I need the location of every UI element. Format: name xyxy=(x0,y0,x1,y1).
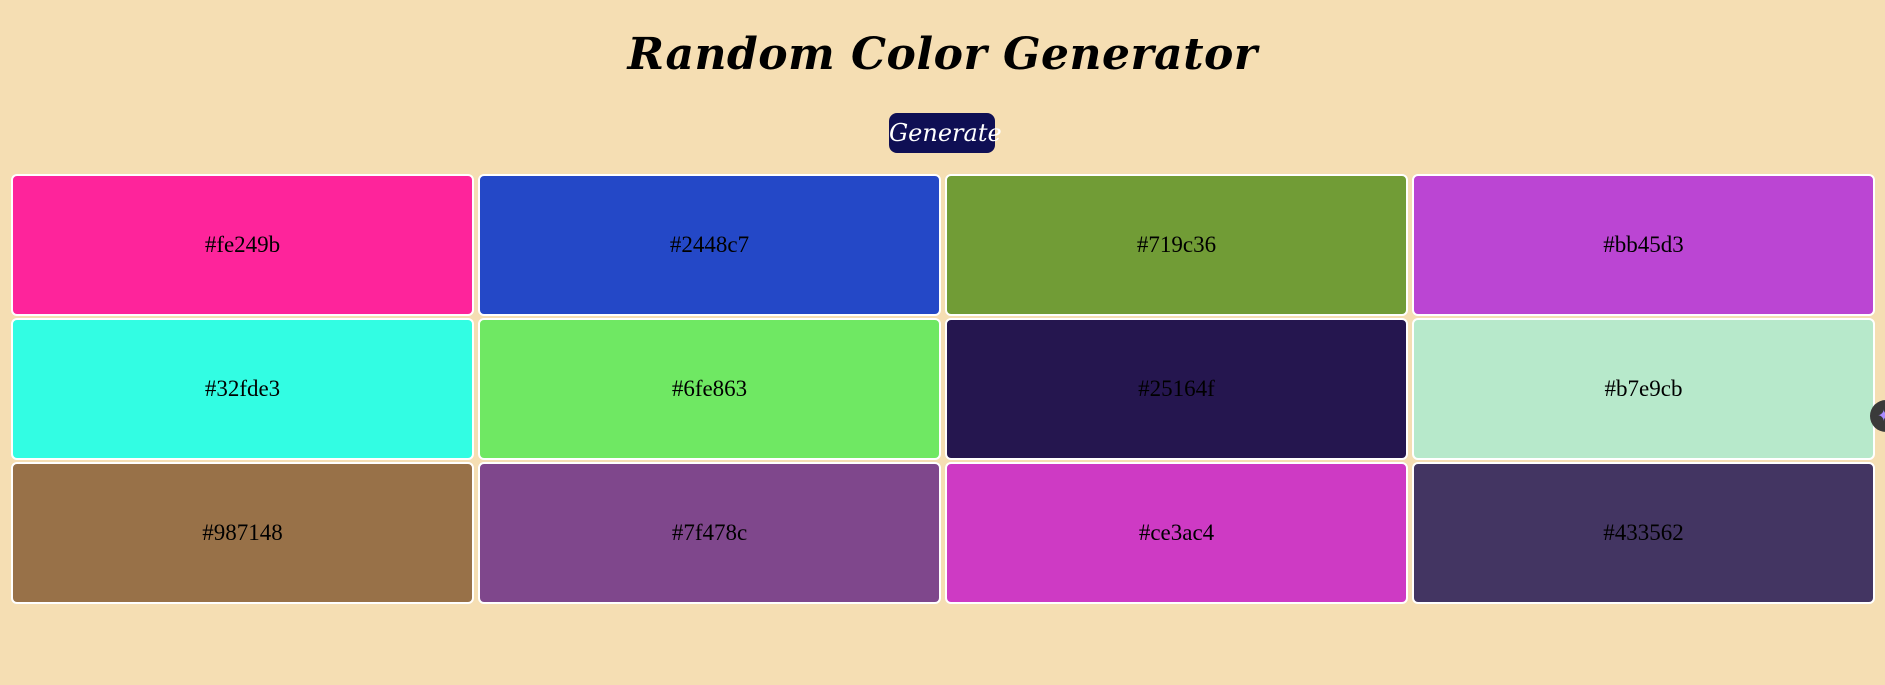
color-code: #25164f xyxy=(1138,376,1215,401)
page-title: Random Color Generator xyxy=(627,29,1258,80)
color-card[interactable]: #719c36 xyxy=(945,174,1408,316)
color-card[interactable]: #32fde3 xyxy=(11,318,474,460)
color-card[interactable]: #987148 xyxy=(11,462,474,604)
color-card[interactable]: #433562 xyxy=(1412,462,1875,604)
color-card[interactable]: #fe249b xyxy=(11,174,474,316)
color-grid: #fe249b #2448c7 #719c36 #bb45d3 #32fde3 … xyxy=(11,174,1875,604)
color-code: #ce3ac4 xyxy=(1138,520,1215,545)
sparkle-icon: ✦ xyxy=(1877,406,1885,425)
color-code: #2448c7 xyxy=(669,232,750,257)
color-code: #b7e9cb xyxy=(1604,376,1683,401)
color-code: #433562 xyxy=(1603,520,1684,545)
color-card[interactable]: #7f478c xyxy=(478,462,941,604)
color-card[interactable]: #b7e9cb xyxy=(1412,318,1875,460)
color-card[interactable]: #ce3ac4 xyxy=(945,462,1408,604)
color-code: #32fde3 xyxy=(204,376,281,401)
color-code: #bb45d3 xyxy=(1603,232,1684,257)
color-card[interactable]: #25164f xyxy=(945,318,1408,460)
color-code: #6fe863 xyxy=(671,376,748,401)
color-card[interactable]: #2448c7 xyxy=(478,174,941,316)
color-code: #7f478c xyxy=(671,520,748,545)
color-code: #719c36 xyxy=(1136,232,1217,257)
color-code: #fe249b xyxy=(204,232,281,257)
color-card[interactable]: #bb45d3 xyxy=(1412,174,1875,316)
generate-button[interactable]: Generate xyxy=(889,113,1002,153)
color-code: #987148 xyxy=(202,520,283,545)
color-card[interactable]: #6fe863 xyxy=(478,318,941,460)
